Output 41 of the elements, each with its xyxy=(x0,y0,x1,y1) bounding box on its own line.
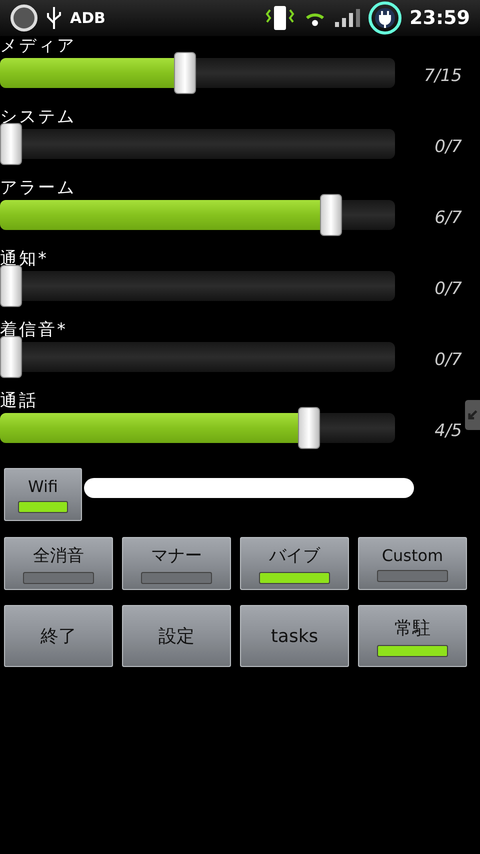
slider-thumb[interactable] xyxy=(174,52,196,94)
slider-track[interactable] xyxy=(0,265,395,307)
slider-label: システム xyxy=(0,107,76,129)
mode-button[interactable]: マナー xyxy=(122,537,231,590)
slider-label: アラーム xyxy=(0,178,76,200)
handle-icon[interactable] xyxy=(465,400,480,430)
slider-thumb[interactable] xyxy=(0,265,22,307)
mode-button[interactable]: Custom xyxy=(358,537,467,590)
signal-icon xyxy=(334,8,360,28)
volume-reading: 6/7 xyxy=(434,208,462,228)
slider-thumb[interactable] xyxy=(320,194,342,236)
action-button[interactable]: 設定 xyxy=(122,605,231,667)
slider-label: 通話 xyxy=(0,391,38,413)
slider-track[interactable] xyxy=(0,52,395,94)
slider-label: 着信音* xyxy=(0,320,68,342)
slider-track[interactable] xyxy=(0,336,395,378)
volume-reading: 0/7 xyxy=(434,350,462,370)
volume-reading: 4/5 xyxy=(434,421,462,441)
slider-track[interactable] xyxy=(0,194,395,236)
mode-button[interactable]: バイブ xyxy=(240,537,349,590)
slider-thumb[interactable] xyxy=(0,123,22,165)
slider-thumb[interactable] xyxy=(0,336,22,378)
charging-icon xyxy=(368,1,402,35)
usb-icon xyxy=(46,5,62,31)
mode-button[interactable]: 全消音 xyxy=(4,537,113,590)
volume-reading: 0/7 xyxy=(434,279,462,299)
clock-text: 23:59 xyxy=(410,7,470,29)
volume-reading: 0/7 xyxy=(434,137,462,157)
notification-text: ADB xyxy=(70,9,106,27)
volume-reading: 7/15 xyxy=(424,66,462,86)
slider-label: メディア xyxy=(0,36,76,58)
slider-label: 通知* xyxy=(0,249,48,271)
slider-thumb[interactable] xyxy=(298,407,320,449)
wifi-button[interactable]: Wifi xyxy=(4,468,82,521)
slider-track[interactable] xyxy=(0,407,395,449)
action-button[interactable]: 終了 xyxy=(4,605,113,667)
action-button[interactable]: 常駐 xyxy=(358,605,467,667)
slider-track[interactable] xyxy=(0,123,395,165)
vibrate-icon xyxy=(264,4,296,32)
circle-icon xyxy=(10,4,38,32)
action-button[interactable]: tasks xyxy=(240,605,349,667)
